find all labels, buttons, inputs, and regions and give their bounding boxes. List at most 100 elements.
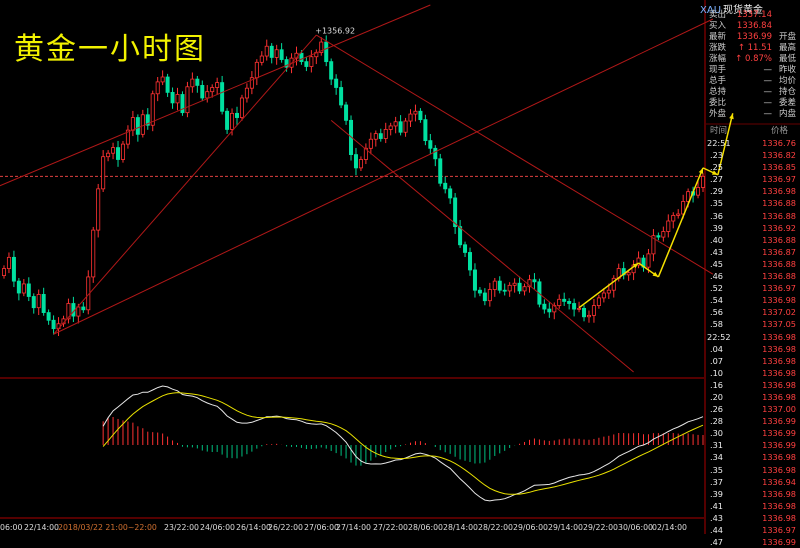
quote-value: — [763,109,773,119]
quote-label: 总持 [709,87,727,97]
tick-price: 1336.85 [762,162,796,173]
tick-time: .34 [710,452,724,463]
tick-time: .43 [710,246,724,257]
candle-body [309,56,314,67]
quote-right-label: 均价 [779,76,797,86]
tick-time: 22:52 [707,331,731,342]
candle-body [557,298,562,306]
candle-body [244,87,249,99]
candle-body [701,175,706,188]
candle-body [423,119,428,142]
tick-row: .35 1336.88 [706,197,800,209]
tick-row: .10 1336.98 [706,367,800,379]
candle-body [418,110,423,121]
quote-row: 涨幅 ↑ 0.87% 最低 [706,54,800,65]
tick-row: .58 1337.05 [706,318,800,330]
candle-body [324,41,329,63]
tick-time: .25 [710,162,724,173]
candle-body [91,229,96,278]
quote-label: 现手 [709,65,727,75]
candle-body [140,114,145,135]
tick-price: 1336.97 [762,525,796,535]
quote-label: 最新 [709,32,727,42]
tick-row: .52 1336.97 [706,282,800,294]
tick-price: 1336.99 [762,416,796,427]
candle-body [329,61,334,80]
tick-row: .43 1336.98 [706,512,800,524]
tick-row: .54 1336.98 [706,294,800,306]
candle-body [259,55,264,63]
tick-price: 1336.98 [762,512,796,523]
candle-body [408,113,413,122]
candle-body [577,307,582,310]
tick-time: .30 [710,428,724,439]
tick-price: 1336.88 [762,271,796,282]
quote-panel: 卖出 1337.14 买入 1336.84 最新 1336.99 开盘 涨跌 ↑ 11.51 最高… [706,10,800,120]
candle-body [487,289,492,302]
quote-label: 涨跌 [709,43,727,53]
tick-row: 22:52 1336.98 [706,331,800,343]
tick-time: .36 [710,210,724,221]
candle-body [547,308,552,313]
candle-body [116,147,121,160]
macd-dea-line [102,392,704,495]
quote-value: 1336.84 [736,21,772,31]
tick-row: .30 1336.99 [706,427,800,439]
candle-body [101,156,106,190]
quote-label: 委比 [709,98,727,108]
tick-row: .23 1336.82 [706,149,800,161]
tick-time: .47 [710,537,724,548]
tick-price: 1336.98 [762,295,796,306]
tick-price: 1336.98 [762,464,796,475]
candle-body [596,297,601,306]
quote-row: 委比 — 委差 [706,98,800,109]
tick-time: .39 [710,488,724,499]
candle-body [388,125,393,130]
projection-arrow-1 [578,262,640,309]
tick-time: .37 [710,476,724,487]
candle-body [542,303,547,310]
quote-label: 涨幅 [709,54,727,64]
tick-row: .31 1336.99 [706,439,800,451]
time-axis-label: 28/06:00 [408,523,443,532]
quote-row: 外盘 — 内盘 [706,109,800,120]
quote-label: 卖出 [709,10,727,20]
candle-body [81,306,86,311]
col-price-header: 价格 [770,126,788,136]
quote-value: — [763,76,773,86]
tick-row: .07 1336.98 [706,355,800,367]
tick-time: .58 [710,319,724,330]
tick-price: 1336.98 [762,343,796,354]
time-axis-label: 26/14:00 [236,523,271,532]
tick-price: 1336.99 [762,440,796,451]
tick-time: .27 [710,174,724,185]
quote-right-label: 内盘 [779,109,797,119]
candle-body [2,268,7,276]
candle-body [492,280,497,290]
candle-body [46,312,51,321]
tick-row: .29 1336.98 [706,185,800,197]
candle-body [586,314,591,318]
candle-body [368,138,373,149]
time-axis-label: 29/22:00 [583,523,618,532]
time-axis-label: 26/22:00 [268,523,303,532]
quote-right-label: 最低 [779,54,797,64]
candle-body [472,269,477,291]
candle-body [76,306,81,317]
candle-body [463,244,468,253]
tick-table[interactable]: 时间 价格 22:51 1336.76.23 1336.82.25 1336.85.2… [706,126,800,548]
tick-time: .45 [710,258,724,269]
candle-body [522,286,527,292]
candle-body [36,294,41,309]
price-chart[interactable]: +1356.92 06:00 22/14:002018/03/22 21:00~22… [0,0,800,534]
time-axis-label: 27/22:00 [373,523,408,532]
time-axis-label: 28/22:00 [478,523,513,532]
tick-time: 22:51 [707,138,731,148]
candle-body [16,280,21,294]
tick-row: .36 1336.88 [706,210,800,222]
header-bar: XAU 现货黄金 [0,0,800,20]
tick-row: .47 1336.99 [706,536,800,548]
tick-price: 1336.98 [762,488,796,499]
quote-row: 买入 1336.84 [706,21,800,32]
tick-time: .31 [710,440,724,451]
